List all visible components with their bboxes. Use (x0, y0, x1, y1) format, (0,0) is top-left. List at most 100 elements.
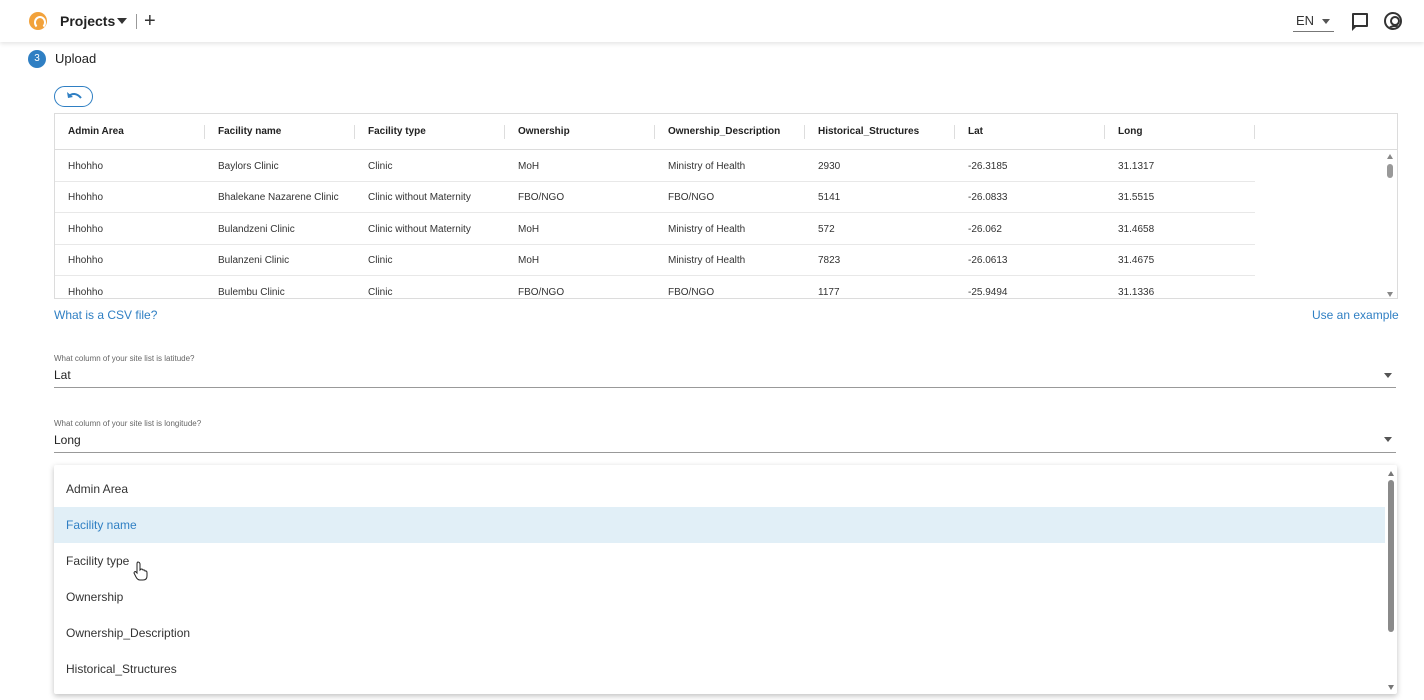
table-cell: Bulandzeni Clinic (218, 224, 295, 235)
menu-option-facility-name[interactable]: Facility name (54, 507, 1385, 543)
longitude-field-label: What column of your site list is longitu… (54, 419, 202, 428)
table-cell: FBO/NGO (668, 287, 715, 298)
column-header: Ownership (518, 126, 570, 137)
top-bar: Projects + EN (0, 0, 1424, 42)
column-divider[interactable] (504, 125, 505, 139)
table-cell: Clinic (368, 161, 393, 172)
table-cell: -26.3185 (968, 161, 1008, 172)
table-cell: Clinic without Maternity (368, 192, 471, 203)
chevron-down-icon[interactable] (1384, 437, 1392, 442)
menu-scrollbar[interactable] (1385, 469, 1397, 694)
longitude-select[interactable]: Long (54, 433, 81, 447)
column-header: Historical_Structures (818, 126, 920, 137)
table-row: Hhohho Baylors Clinic Clinic MoH Ministr… (55, 151, 1255, 182)
csv-help-link[interactable]: What is a CSV file? (54, 308, 157, 322)
column-header: Lat (968, 126, 983, 137)
table-cell: Bhalekane Nazarene Clinic (218, 192, 339, 203)
step-title: Upload (55, 51, 97, 66)
scroll-down-icon[interactable] (1387, 292, 1393, 297)
page: Projects + EN 3 Upload Admin Area Facili… (0, 0, 1424, 700)
table-cell: 31.1317 (1118, 161, 1155, 172)
table-cell: -26.062 (968, 224, 1002, 235)
table-cell: Hhohho (68, 255, 104, 266)
menu-option-label: Admin Area (66, 482, 129, 496)
table-row: Hhohho Bulandzeni Clinic Clinic without … (55, 214, 1255, 245)
language-select[interactable]: EN (1296, 13, 1314, 28)
latitude-select[interactable]: Lat (54, 368, 71, 382)
hand-pointer-icon (133, 561, 148, 581)
column-header: Long (1118, 126, 1143, 137)
app-logo-icon[interactable] (29, 12, 47, 30)
table-cell: MoH (518, 255, 540, 266)
column-header: Ownership_Description (668, 126, 781, 137)
column-header: Facility type (368, 126, 426, 137)
longitude-field-underline (54, 452, 1396, 453)
table-cell: FBO/NGO (668, 192, 715, 203)
table-row: Hhohho Bulembu Clinic Clinic FBO/NGO FBO… (55, 277, 1255, 298)
table-cell: Ministry of Health (668, 224, 746, 235)
table-cell: 7823 (818, 255, 841, 266)
menu-option-ownership-description[interactable]: Ownership_Description (54, 615, 1385, 651)
chevron-down-icon[interactable] (1384, 373, 1392, 378)
table-cell: MoH (518, 161, 540, 172)
column-divider[interactable] (1254, 125, 1255, 139)
table-cell: Bulanzeni Clinic (218, 255, 290, 266)
table-cell: FBO/NGO (518, 192, 565, 203)
column-divider[interactable] (354, 125, 355, 139)
undo-button[interactable] (54, 86, 93, 107)
menu-option-label: Ownership_Description (66, 626, 191, 640)
table-cell: 1177 (818, 287, 840, 298)
column-divider[interactable] (204, 125, 205, 139)
csv-preview-table: Admin Area Facility name Facility type O… (54, 113, 1398, 299)
column-divider[interactable] (1104, 125, 1105, 139)
scroll-up-icon[interactable] (1388, 471, 1394, 476)
language-underline (1293, 31, 1334, 32)
table-row: Hhohho Bhalekane Nazarene Clinic Clinic … (55, 182, 1255, 213)
column-header: Admin Area (68, 126, 124, 137)
table-cell: 31.1336 (1118, 287, 1155, 298)
feedback-chat-icon[interactable] (1352, 13, 1368, 31)
table-cell: Hhohho (68, 161, 104, 172)
column-divider[interactable] (954, 125, 955, 139)
table-cell: Clinic (368, 255, 393, 266)
table-cell: Hhohho (68, 192, 104, 203)
table-row: Hhohho Bulanzeni Clinic Clinic MoH Minis… (55, 245, 1255, 276)
scroll-up-icon[interactable] (1387, 154, 1393, 159)
table-cell: MoH (518, 224, 540, 235)
table-cell: FBO/NGO (518, 287, 565, 298)
use-example-link[interactable]: Use an example (1312, 308, 1399, 322)
scrollbar-thumb[interactable] (1388, 480, 1394, 632)
table-cell: Bulembu Clinic (218, 287, 285, 298)
table-cell: -26.0613 (968, 255, 1008, 266)
scrollbar-thumb[interactable] (1387, 164, 1393, 178)
column-divider[interactable] (654, 125, 655, 139)
table-cell: 572 (818, 224, 835, 235)
table-cell: 5141 (818, 192, 841, 203)
menu-option-admin-area[interactable]: Admin Area (54, 471, 1385, 507)
scroll-down-icon[interactable] (1388, 685, 1394, 690)
projects-menu[interactable]: Projects (60, 13, 115, 29)
table-cell: 2930 (818, 161, 841, 172)
chevron-down-icon[interactable] (117, 18, 127, 24)
table-cell: -25.9494 (968, 287, 1008, 298)
column-header: Facility name (218, 126, 282, 137)
undo-icon (67, 92, 82, 99)
menu-option-label: Historical_Structures (66, 662, 177, 676)
table-cell: Ministry of Health (668, 161, 746, 172)
add-project-button[interactable]: + (144, 8, 156, 34)
table-cell: Clinic without Maternity (368, 224, 471, 235)
menu-option-ownership[interactable]: Ownership (54, 579, 1385, 615)
column-divider[interactable] (804, 125, 805, 139)
column-options-menu: Admin Area Facility name Facility type O… (54, 465, 1397, 694)
chevron-down-icon[interactable] (1322, 19, 1330, 24)
table-cell: Hhohho (68, 224, 104, 235)
table-scrollbar[interactable] (1385, 154, 1395, 298)
table-cell: -26.0833 (968, 192, 1008, 203)
table-cell: 31.5515 (1118, 192, 1155, 203)
account-icon[interactable] (1384, 12, 1402, 30)
menu-option-historical-structures[interactable]: Historical_Structures (54, 651, 1385, 687)
table-header: Admin Area Facility name Facility type O… (55, 114, 1397, 150)
menu-option-facility-type[interactable]: Facility type (54, 543, 1385, 579)
menu-option-label: Facility type (66, 554, 130, 568)
latitude-field-label: What column of your site list is latitud… (54, 354, 195, 363)
